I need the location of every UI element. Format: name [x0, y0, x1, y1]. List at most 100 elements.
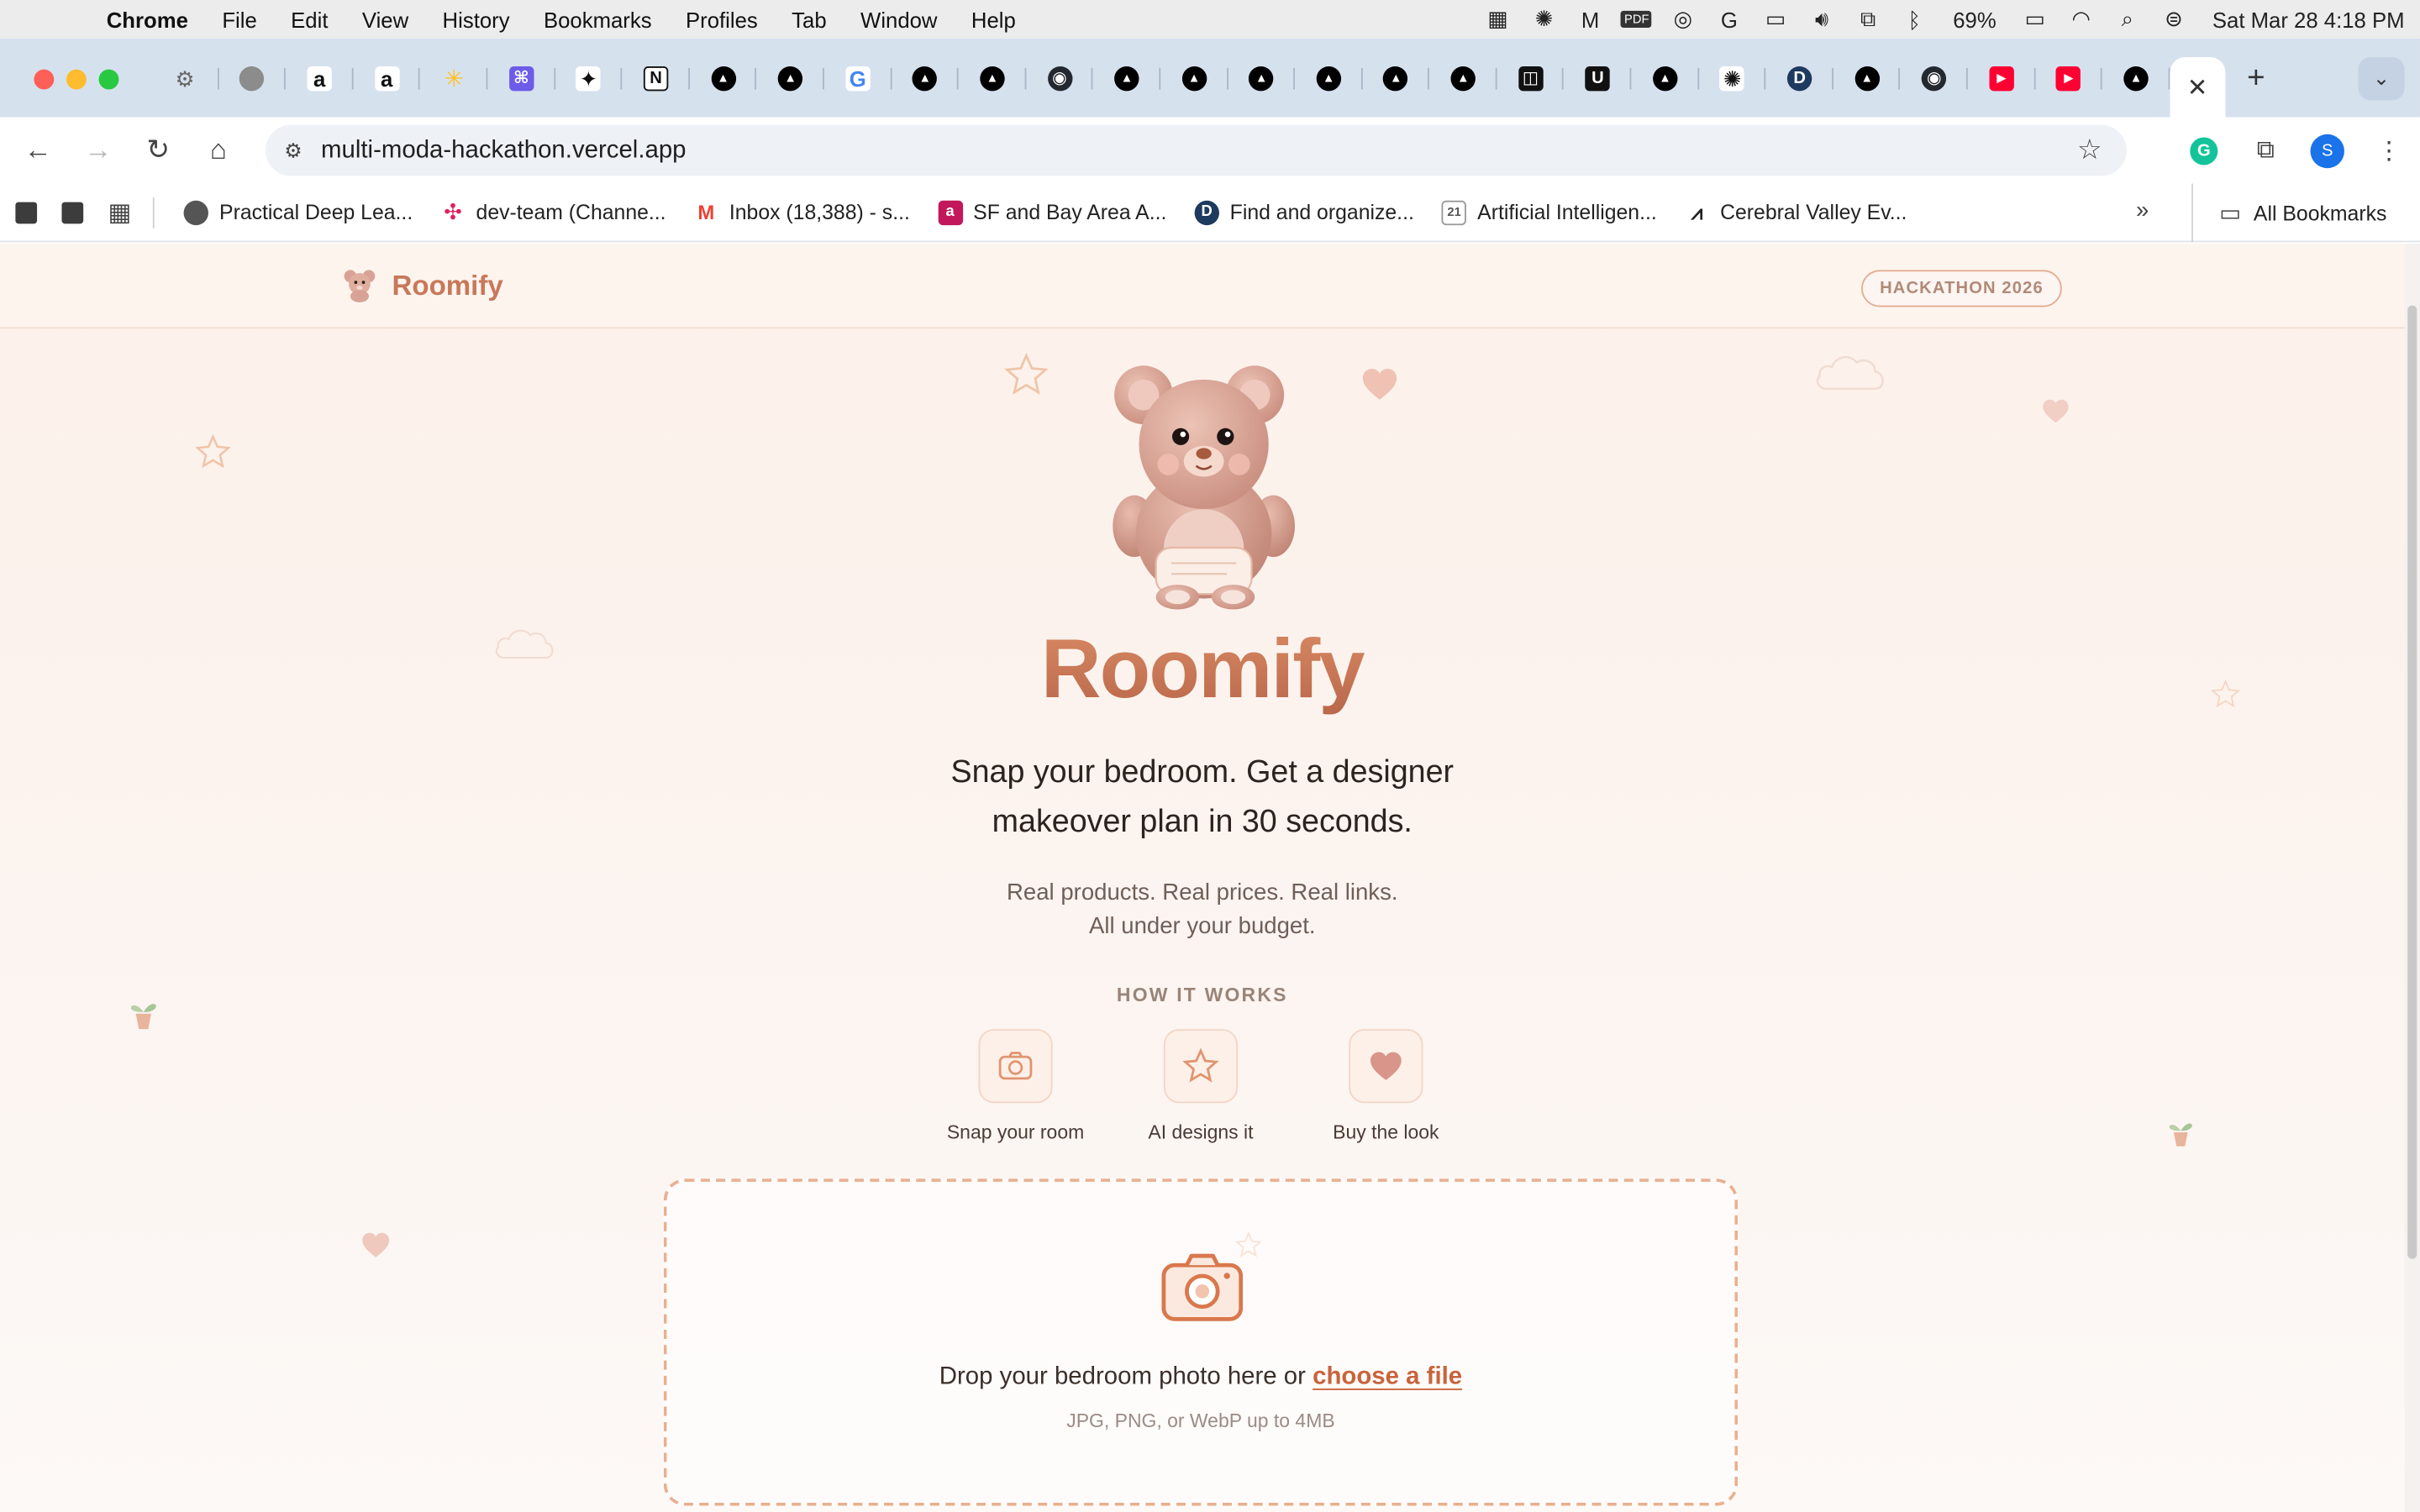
tab-vercel-6[interactable]: ▲ — [1160, 57, 1228, 100]
bookmark-practical-deep-learning[interactable]: Practical Deep Lea... — [170, 199, 426, 225]
battery-icon[interactable]: ▭ — [2012, 0, 2058, 39]
chrome-menu-icon[interactable]: ⋮ — [2358, 118, 2419, 184]
fullscreen-window-button[interactable] — [98, 69, 119, 90]
bookmark-artificial-intelligence[interactable]: 21 Artificial Intelligen... — [1428, 199, 1670, 225]
tab-app-purple[interactable]: ⌘ — [487, 57, 555, 100]
tab-vercel-8[interactable]: ▲ — [1295, 57, 1362, 100]
stage-manager-icon[interactable]: ⧉ — [1845, 0, 1891, 39]
apps-grid-icon[interactable]: ▦ — [108, 197, 132, 228]
bookmark-gmail-inbox[interactable]: M Inbox (18,388) - s... — [680, 199, 923, 225]
bookmark-app-icon[interactable] — [15, 201, 38, 223]
bluetooth-icon[interactable]: ᛒ — [1891, 0, 1938, 39]
grammarly-menubar-icon[interactable]: G — [1706, 0, 1752, 39]
page-scrollbar[interactable] — [2404, 244, 2420, 1512]
notion-icon: N — [643, 66, 669, 92]
menu-profiles[interactable]: Profiles — [669, 7, 775, 31]
tab-notion[interactable]: N — [622, 57, 689, 100]
close-tab-icon[interactable]: ✕ — [2187, 71, 2208, 102]
reload-button[interactable]: ↻ — [128, 118, 188, 184]
minimize-window-button[interactable] — [66, 69, 87, 90]
tab-vercel-3[interactable]: ▲ — [892, 57, 959, 100]
bookmark-star-icon[interactable]: ☆ — [2077, 134, 2102, 167]
upload-camera-icon — [1161, 1253, 1244, 1321]
tab-walmart[interactable]: ✳ — [420, 57, 487, 100]
choose-file-link[interactable]: choose a file — [1313, 1364, 1462, 1390]
grammarly-extension-button[interactable]: G — [2173, 118, 2234, 184]
bookmark-dev-team-slack[interactable]: ✣ dev-team (Channe... — [427, 199, 680, 225]
screen-record-icon[interactable]: ▭ — [1752, 0, 1798, 39]
forward-button[interactable]: → — [68, 118, 129, 184]
tab-search-button[interactable]: ⌄ — [2358, 56, 2405, 101]
tab-web[interactable] — [218, 57, 286, 100]
tab-vercel-11[interactable]: ▲ — [1632, 57, 1699, 100]
back-button[interactable]: ← — [8, 118, 68, 184]
menu-view[interactable]: View — [345, 7, 426, 31]
tab-u-app[interactable]: U — [1564, 57, 1631, 100]
tab-settings[interactable]: ⚙ — [151, 57, 218, 100]
airdrop-icon[interactable]: ◎ — [1660, 0, 1706, 39]
tab-vercel-7[interactable]: ▲ — [1228, 57, 1295, 100]
bookmark-label: Find and organize... — [1229, 200, 1414, 224]
tab-youtube-2[interactable]: ▶ — [2035, 57, 2102, 100]
brand-logo-link[interactable]: Roomify — [343, 269, 503, 302]
address-bar-url[interactable]: multi-moda-hackathon.vercel.app — [321, 137, 686, 165]
tab-github-2[interactable]: ◉ — [1901, 57, 1968, 100]
pdf-icon[interactable]: PDF — [1613, 0, 1660, 39]
bookmark-find-and-organize[interactable]: D Find and organize... — [1181, 199, 1428, 225]
new-tab-button[interactable]: + — [2225, 57, 2286, 100]
control-center-icon[interactable]: ⊜ — [2150, 0, 2196, 39]
m-app-icon[interactable]: M — [1567, 0, 1613, 39]
bookmark-sf-bay-area[interactable]: a SF and Bay Area A... — [923, 199, 1180, 225]
tab-vercel-2[interactable]: ▲ — [757, 57, 824, 100]
tab-vercel-10[interactable]: ▲ — [1429, 57, 1497, 100]
menu-edit[interactable]: Edit — [274, 7, 345, 31]
photo-dropzone[interactable]: Drop your bedroom photo here or choose a… — [663, 1179, 1739, 1506]
tab-google[interactable]: G — [824, 57, 892, 100]
menu-app-name[interactable]: Chrome — [90, 7, 206, 31]
tab-vercel-1[interactable]: ▲ — [690, 57, 757, 100]
menu-bookmarks[interactable]: Bookmarks — [527, 7, 669, 31]
menu-help[interactable]: Help — [955, 7, 1033, 31]
spotlight-search-icon[interactable]: ⌕ — [2104, 0, 2150, 39]
heart-decoration-icon — [362, 1232, 390, 1257]
dropzone-file-hint: JPG, PNG, or WebP up to 4MB — [1066, 1410, 1335, 1432]
bookmark-label: SF and Bay Area A... — [973, 200, 1167, 224]
bookmark-app-icon[interactable] — [61, 201, 84, 223]
bookmark-cerebral-valley[interactable]: ⩘ Cerebral Valley Ev... — [1670, 199, 1921, 225]
tab-vercel-9[interactable]: ▲ — [1362, 57, 1429, 100]
scrollbar-thumb[interactable] — [2407, 305, 2417, 1259]
tab-vercel-13[interactable]: ▲ — [2102, 57, 2170, 100]
docker-icon[interactable]: ▦ — [1475, 0, 1521, 39]
tab-app-dark[interactable]: ◫ — [1497, 57, 1564, 100]
extensions-puzzle-icon[interactable]: ⧉ — [2235, 118, 2296, 184]
all-bookmarks-button[interactable]: ▭ All Bookmarks — [2191, 183, 2386, 243]
tab-github-1[interactable]: ◉ — [1026, 57, 1093, 100]
youtube-icon: ▶ — [1989, 66, 2014, 92]
more-bookmarks-chevron-icon[interactable]: » — [2136, 197, 2149, 223]
menu-tab[interactable]: Tab — [775, 7, 844, 31]
menubar-clock[interactable]: Sat Mar 28 4:18 PM — [2197, 7, 2420, 31]
menu-file[interactable]: File — [205, 7, 274, 31]
wifi-icon[interactable]: ◠ — [2058, 0, 2104, 39]
amazon-icon: a — [374, 66, 399, 92]
tab-amazon-1[interactable]: a — [286, 57, 353, 100]
tab-vercel-12[interactable]: ▲ — [1833, 57, 1901, 100]
tab-youtube-1[interactable]: ▶ — [1968, 57, 2035, 100]
volume-icon[interactable]: 🔊︎ — [1799, 0, 1845, 39]
close-window-button[interactable] — [34, 69, 55, 90]
profile-button[interactable]: S — [2296, 118, 2358, 184]
site-info-icon[interactable]: ⚙ — [266, 138, 321, 162]
hero-title: Roomify — [0, 622, 2405, 717]
address-bar[interactable]: ⚙ multi-moda-hackathon.vercel.app ☆ — [265, 124, 2127, 176]
home-button[interactable]: ⌂ — [188, 118, 249, 184]
menu-window[interactable]: Window — [844, 7, 955, 31]
tab-openai[interactable]: ✺ — [1699, 57, 1766, 100]
tab-vercel-4[interactable]: ▲ — [959, 57, 1026, 100]
tab-sparkle[interactable]: ✦ — [555, 57, 622, 100]
tab-active-roomify[interactable]: ✕ — [2170, 56, 2226, 118]
tab-d-app[interactable]: D — [1766, 57, 1833, 100]
tab-vercel-5[interactable]: ▲ — [1093, 57, 1160, 100]
menu-history[interactable]: History — [425, 7, 526, 31]
tab-amazon-2[interactable]: a — [353, 57, 420, 100]
openai-icon[interactable]: ✺ — [1521, 0, 1567, 39]
